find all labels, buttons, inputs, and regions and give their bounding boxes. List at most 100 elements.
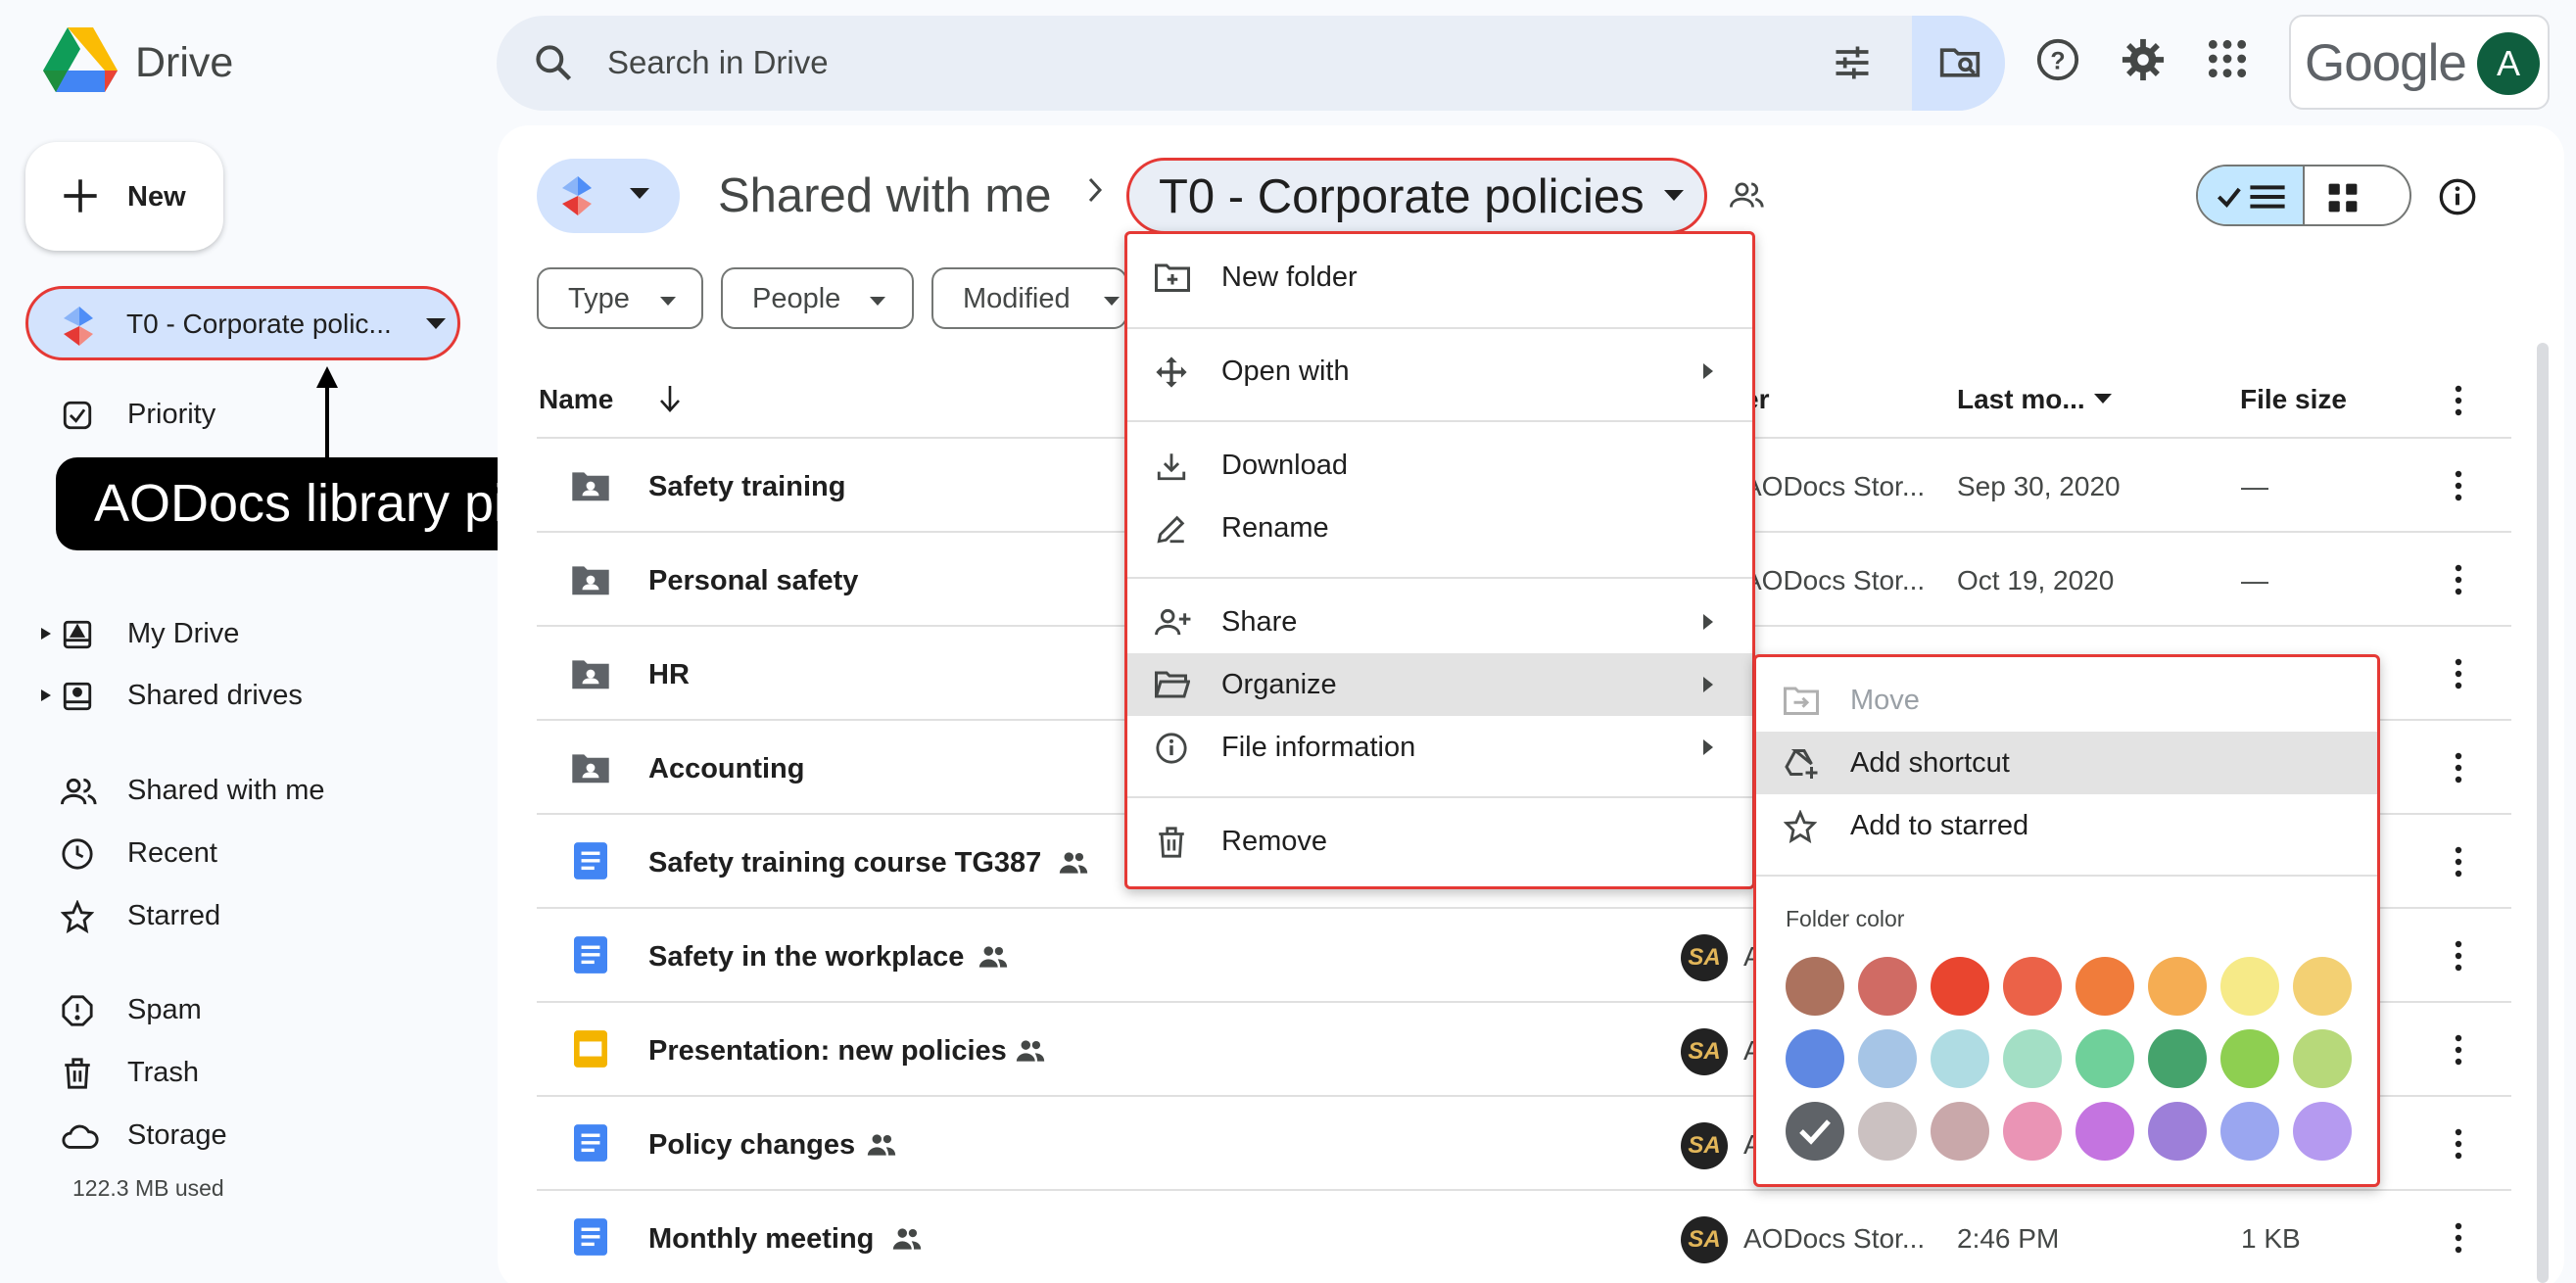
- folder-color-swatch[interactable]: [2220, 957, 2279, 1016]
- breadcrumb-current-folder[interactable]: T0 - Corporate policies: [1126, 158, 1707, 234]
- search-options-icon[interactable]: [1831, 41, 1874, 84]
- apps-grid-icon[interactable]: [2206, 37, 2249, 80]
- more-vert-icon[interactable]: [2453, 1222, 2464, 1254]
- library-chip[interactable]: [537, 159, 680, 233]
- svg-text:?: ?: [2050, 48, 2065, 75]
- search-bar[interactable]: Search in Drive: [497, 16, 2005, 111]
- menu-item-rename[interactable]: Rename: [1127, 497, 1752, 559]
- menu-item-move: Move: [1756, 669, 2377, 732]
- owner-avatar: SA: [1681, 1028, 1728, 1075]
- folder-color-label: Folder color: [1786, 906, 1905, 931]
- search-icon[interactable]: [532, 41, 575, 84]
- settings-gear-icon[interactable]: [2121, 37, 2166, 82]
- folder-color-swatch[interactable]: [2148, 1102, 2207, 1161]
- folder-color-swatch[interactable]: [2075, 1102, 2134, 1161]
- folder-color-swatch[interactable]: [2003, 1029, 2062, 1088]
- file-name: Monthly meeting: [648, 1223, 875, 1255]
- more-vert-icon[interactable]: [2453, 564, 2464, 595]
- menu-item-add-to-starred[interactable]: Add to starred: [1756, 794, 2377, 857]
- help-icon[interactable]: ?: [2035, 37, 2080, 82]
- aodocs-logo-icon: [562, 176, 592, 215]
- drive-logo-icon[interactable]: [43, 27, 118, 94]
- filter-type[interactable]: Type: [537, 267, 703, 329]
- folder-color-swatch[interactable]: [2293, 1029, 2352, 1088]
- sidebar-item-shared-with-me[interactable]: Shared with me: [25, 762, 460, 819]
- aodocs-library-picker[interactable]: T0 - Corporate polic...: [25, 286, 460, 360]
- new-button[interactable]: New: [25, 142, 223, 251]
- priority-icon: [61, 399, 94, 432]
- menu-item-file-information[interactable]: File information: [1127, 716, 1752, 779]
- folder-color-swatch[interactable]: [1931, 1102, 1989, 1161]
- people-icon: [61, 775, 98, 808]
- more-vert-icon[interactable]: [2453, 385, 2464, 416]
- sidebar-item-shared-drives[interactable]: Shared drives: [25, 667, 460, 724]
- more-vert-icon[interactable]: [2453, 752, 2464, 784]
- folder-color-swatch[interactable]: [1786, 1029, 1844, 1088]
- folder-color-swatch[interactable]: [2148, 957, 2207, 1016]
- folder-color-swatch[interactable]: [1786, 957, 1844, 1016]
- sidebar-item-priority[interactable]: Priority: [25, 386, 460, 443]
- more-vert-icon[interactable]: [2453, 1128, 2464, 1160]
- sort-arrow-down-icon[interactable]: [658, 384, 682, 413]
- more-vert-icon[interactable]: [2453, 846, 2464, 878]
- folder-color-swatch[interactable]: [1931, 1029, 1989, 1088]
- menu-item-download[interactable]: Download: [1127, 434, 1752, 497]
- folder-color-swatch[interactable]: [1858, 957, 1917, 1016]
- sidebar-item-recent[interactable]: Recent: [25, 825, 460, 881]
- column-header-name[interactable]: Name: [539, 382, 613, 417]
- menu-item-share[interactable]: Share: [1127, 591, 1752, 653]
- column-header-file-size[interactable]: File size: [2240, 382, 2347, 417]
- file-size: —: [2241, 565, 2268, 595]
- caret-down-icon[interactable]: [2094, 394, 2112, 404]
- view-toggle[interactable]: [2196, 165, 2411, 226]
- sidebar-item-my-drive[interactable]: My Drive: [25, 605, 460, 662]
- search-input[interactable]: Search in Drive: [607, 39, 829, 86]
- more-vert-icon[interactable]: [2453, 940, 2464, 972]
- scrollbar[interactable]: [2537, 343, 2549, 1283]
- menu-item-organize[interactable]: Organize: [1127, 653, 1752, 716]
- sidebar-item-trash[interactable]: Trash: [25, 1044, 460, 1101]
- folder-color-swatch[interactable]: [2075, 957, 2134, 1016]
- caret-down-icon: [660, 297, 676, 307]
- sidebar-item-spam[interactable]: Spam: [25, 981, 460, 1038]
- folder-color-swatch[interactable]: [2075, 1029, 2134, 1088]
- account-switcher[interactable]: Google A: [2289, 15, 2550, 110]
- breadcrumb-parent[interactable]: Shared with me: [718, 165, 1051, 227]
- folder-color-swatch[interactable]: [2148, 1029, 2207, 1088]
- add-shortcut-drive-icon: [1784, 747, 1819, 781]
- folder-color-swatch[interactable]: [2220, 1102, 2279, 1161]
- menu-item-new-folder[interactable]: New folder: [1127, 246, 1752, 309]
- list-view-button[interactable]: [2198, 166, 2305, 224]
- filter-people[interactable]: People: [721, 267, 914, 329]
- more-vert-icon[interactable]: [2453, 470, 2464, 501]
- organize-submenu: Move Add shortcut Add to starred Folder …: [1753, 654, 2380, 1187]
- menu-item-add-shortcut[interactable]: Add shortcut: [1756, 732, 2377, 794]
- sidebar-item-storage[interactable]: Storage: [25, 1107, 460, 1164]
- search-folder-button[interactable]: [1912, 16, 2005, 111]
- more-vert-icon[interactable]: [2453, 1034, 2464, 1066]
- folder-color-swatch[interactable]: [1931, 957, 1989, 1016]
- menu-item-open-with[interactable]: Open with: [1127, 340, 1752, 403]
- avatar[interactable]: A: [2477, 32, 2540, 95]
- folder-color-swatch[interactable]: [1858, 1029, 1917, 1088]
- column-header-last-modified[interactable]: Last mo...: [1957, 382, 2085, 417]
- my-drive-icon: [61, 618, 94, 651]
- folder-color-swatch[interactable]: [2003, 1102, 2062, 1161]
- expand-arrow-icon[interactable]: [41, 689, 51, 701]
- folder-color-swatch[interactable]: [2293, 1102, 2352, 1161]
- menu-item-label: New folder: [1221, 261, 1358, 293]
- info-icon[interactable]: [2438, 177, 2477, 216]
- folder-color-swatch[interactable]: [2293, 957, 2352, 1016]
- table-row[interactable]: Monthly meeting SA AODocs Stor... 2:46 PM 1 …: [537, 1189, 2511, 1283]
- folder-color-swatch[interactable]: [1786, 1102, 1844, 1161]
- folder-color-swatch[interactable]: [2003, 957, 2062, 1016]
- folder-color-swatch[interactable]: [1858, 1102, 1917, 1161]
- expand-arrow-icon[interactable]: [41, 628, 51, 640]
- folder-color-swatch[interactable]: [2220, 1029, 2279, 1088]
- menu-item-remove[interactable]: Remove: [1127, 810, 1752, 873]
- more-vert-icon[interactable]: [2453, 658, 2464, 689]
- shared-people-icon: [1015, 1038, 1046, 1064]
- shared-people-icon[interactable]: [1730, 179, 1765, 211]
- sidebar-item-starred[interactable]: Starred: [25, 887, 460, 944]
- filter-modified[interactable]: Modified: [931, 267, 1127, 329]
